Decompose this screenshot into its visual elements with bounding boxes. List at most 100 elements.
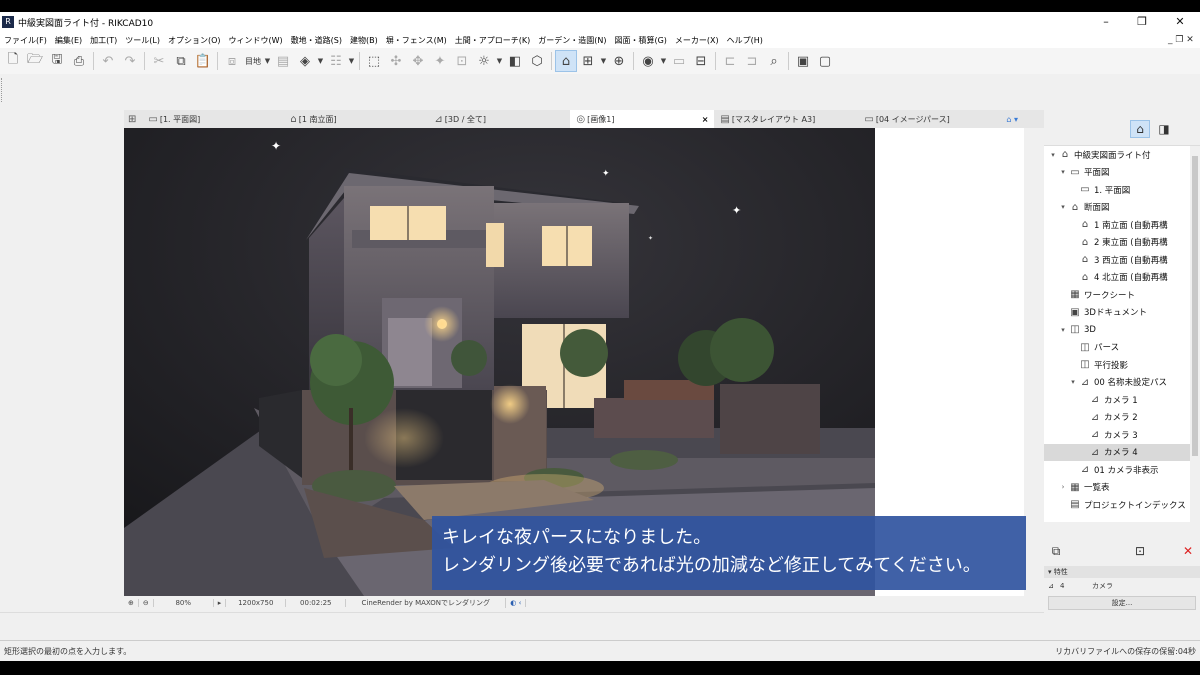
- chevron-down-icon[interactable]: ▼: [263, 57, 272, 65]
- menu-garden[interactable]: ガーデン・造園(N): [534, 35, 610, 46]
- tab-image-perspective[interactable]: ▭ [04 イメージパース]: [858, 110, 1004, 128]
- print-icon[interactable]: ⎙: [68, 50, 90, 72]
- navigator-item[interactable]: ⊿ カメラ 3: [1044, 426, 1190, 444]
- tab-image1[interactable]: ◎ [画像1] ×: [570, 110, 715, 128]
- arrow-tool-icon[interactable]: ⬚: [363, 50, 385, 72]
- camera-icon[interactable]: ◉: [637, 50, 659, 72]
- zoom-level[interactable]: 80%: [154, 599, 214, 607]
- chevron-down-icon[interactable]: ▼: [316, 57, 325, 65]
- navigator-item[interactable]: ⊿ カメラ 1: [1044, 391, 1190, 409]
- new-view-icon[interactable]: ⊡: [1130, 542, 1150, 560]
- navigator-item[interactable]: ▤ プロジェクトインデックス: [1044, 496, 1190, 514]
- navigator-item[interactable]: ▾ ⌂ 中級実図面ライト付: [1044, 146, 1190, 164]
- zoom-in-icon[interactable]: ⊕: [124, 599, 139, 607]
- layer-combo[interactable]: 目地: [243, 56, 263, 67]
- delete-icon[interactable]: ✕: [1178, 542, 1198, 560]
- photo-render-icon[interactable]: ▭: [668, 50, 690, 72]
- project-map-icon[interactable]: ⌂: [1130, 120, 1150, 138]
- navigator-item[interactable]: › ▦ 一覧表: [1044, 479, 1190, 497]
- tree-twisty-icon[interactable]: ›: [1058, 483, 1068, 491]
- camera-path-icon[interactable]: ⊡: [451, 50, 473, 72]
- navigator-item[interactable]: ◫ 平行投影: [1044, 356, 1190, 374]
- navigator-item[interactable]: ▾ ⊿ 00 名称未設定パス: [1044, 374, 1190, 392]
- layout-book-icon[interactable]: ▣: [792, 50, 814, 72]
- layer-icon[interactable]: ⧈: [221, 50, 243, 72]
- navigator-item[interactable]: ⊿ カメラ 2: [1044, 409, 1190, 427]
- view-map-icon[interactable]: ◨: [1154, 120, 1174, 138]
- tree-twisty-icon[interactable]: ▾: [1058, 168, 1068, 176]
- menu-process[interactable]: 加工(T): [86, 35, 121, 46]
- chevron-down-icon[interactable]: ▼: [495, 57, 504, 65]
- video-icon[interactable]: ⊟: [690, 50, 712, 72]
- menu-maker[interactable]: メーカー(X): [671, 35, 723, 46]
- tree-twisty-icon[interactable]: ▾: [1068, 378, 1078, 386]
- mdi-controls[interactable]: _ ❐ ✕: [1168, 32, 1194, 48]
- chevron-down-icon[interactable]: ▼: [599, 57, 608, 65]
- tab-south-elevation[interactable]: ⌂ [1 南立面]: [284, 110, 428, 128]
- chevron-right-icon[interactable]: ▸: [214, 599, 227, 607]
- clone-folder-icon[interactable]: ⧉: [1046, 542, 1066, 560]
- tab-3d-all[interactable]: ⊿ [3D / 全て]: [428, 110, 570, 128]
- close-tab-icon[interactable]: ×: [702, 115, 709, 124]
- explore-icon[interactable]: ✦: [429, 50, 451, 72]
- toolbar-grip[interactable]: [1, 78, 3, 102]
- menu-options[interactable]: オプション(O): [164, 35, 225, 46]
- zoom-icon[interactable]: ⌕: [763, 50, 785, 72]
- save-icon[interactable]: 🖫: [46, 50, 68, 72]
- pen-set-icon[interactable]: ▤: [272, 50, 294, 72]
- navigator-item[interactable]: ◫ パース: [1044, 339, 1190, 357]
- scrollbar-thumb[interactable]: [1192, 156, 1198, 456]
- zoom-fit-icon[interactable]: ⊖: [139, 599, 154, 607]
- open-file-icon[interactable]: 🗁: [24, 50, 46, 72]
- navigator-item[interactable]: ⌂ 1 南立面 (自動再構: [1044, 216, 1190, 234]
- navigator-item[interactable]: ▦ ワークシート: [1044, 286, 1190, 304]
- navigator-item[interactable]: ▭ 1. 平面図: [1044, 181, 1190, 199]
- pan-icon[interactable]: ✥: [407, 50, 429, 72]
- navigator-item[interactable]: ⌂ 3 西立面 (自動再構: [1044, 251, 1190, 269]
- tab-master-layout[interactable]: ▤ [マスタレイアウト A3]: [714, 110, 858, 128]
- close-button[interactable]: ✕: [1162, 12, 1198, 32]
- cut-icon[interactable]: ✂: [148, 50, 170, 72]
- 3d-window-icon[interactable]: ⊞: [577, 50, 599, 72]
- orbit-icon[interactable]: ✣: [385, 50, 407, 72]
- cube-icon[interactable]: ◧: [504, 50, 526, 72]
- navigator-item[interactable]: ⌂ 2 東立面 (自動再構: [1044, 234, 1190, 252]
- navigator-item[interactable]: ▾ ⌂ 断面図: [1044, 199, 1190, 217]
- menu-edit[interactable]: 編集(E): [51, 35, 86, 46]
- copy-icon[interactable]: ⧉: [170, 50, 192, 72]
- render-settings-icon[interactable]: ◈: [294, 50, 316, 72]
- tab-floorplan[interactable]: ▭ [1. 平面図]: [142, 110, 284, 128]
- elevation-icon[interactable]: ⊐: [741, 50, 763, 72]
- section-icon[interactable]: ⊏: [719, 50, 741, 72]
- tree-twisty-icon[interactable]: ▾: [1058, 203, 1068, 211]
- paste-icon[interactable]: 📋: [192, 50, 214, 72]
- sun-icon[interactable]: ☼: [473, 50, 495, 72]
- publisher-icon[interactable]: ▢: [814, 50, 836, 72]
- menu-approach[interactable]: 土間・アプローチ(K): [451, 35, 535, 46]
- redo-icon[interactable]: ↷: [119, 50, 141, 72]
- menu-site-road[interactable]: 敷地・道路(S): [287, 35, 346, 46]
- navigator-item[interactable]: ▾ ◫ 3D: [1044, 321, 1190, 339]
- navigator-item[interactable]: ▣ 3Dドキュメント: [1044, 304, 1190, 322]
- render-viewport[interactable]: ✦ ✦ ✦ ✦ キレイな夜パースになりました。 レンダリング後必要であれば光の加…: [124, 128, 1026, 596]
- menu-window[interactable]: ウィンドウ(W): [225, 35, 287, 46]
- tree-twisty-icon[interactable]: ▾: [1048, 151, 1058, 159]
- zoom-3d-icon[interactable]: ⊕: [608, 50, 630, 72]
- navigator-item[interactable]: ▾ ▭ 平面図: [1044, 164, 1190, 182]
- menu-help[interactable]: ヘルプ(H): [723, 35, 767, 46]
- render-engine-icon[interactable]: ◐ ‹: [506, 599, 527, 607]
- perspective-icon[interactable]: ⌂: [555, 50, 577, 72]
- tab-list-icon[interactable]: ⊞: [124, 110, 142, 128]
- menu-file[interactable]: ファイル(F): [0, 35, 51, 46]
- chevron-down-icon[interactable]: ▼: [659, 57, 668, 65]
- minimize-button[interactable]: –: [1088, 12, 1124, 32]
- chevron-down-icon[interactable]: ▼: [347, 57, 356, 65]
- menu-tools[interactable]: ツール(L): [121, 35, 164, 46]
- menu-drawing[interactable]: 図面・積算(G): [610, 35, 670, 46]
- navigator-item[interactable]: ⊿ 01 カメラ非表示: [1044, 461, 1190, 479]
- navigator-item[interactable]: ⊿ カメラ 4: [1044, 443, 1190, 461]
- new-file-icon[interactable]: 🗋: [2, 50, 24, 72]
- maximize-button[interactable]: ❐: [1124, 12, 1160, 32]
- model-view-icon[interactable]: ☷: [325, 50, 347, 72]
- tree-twisty-icon[interactable]: ▾: [1058, 326, 1068, 334]
